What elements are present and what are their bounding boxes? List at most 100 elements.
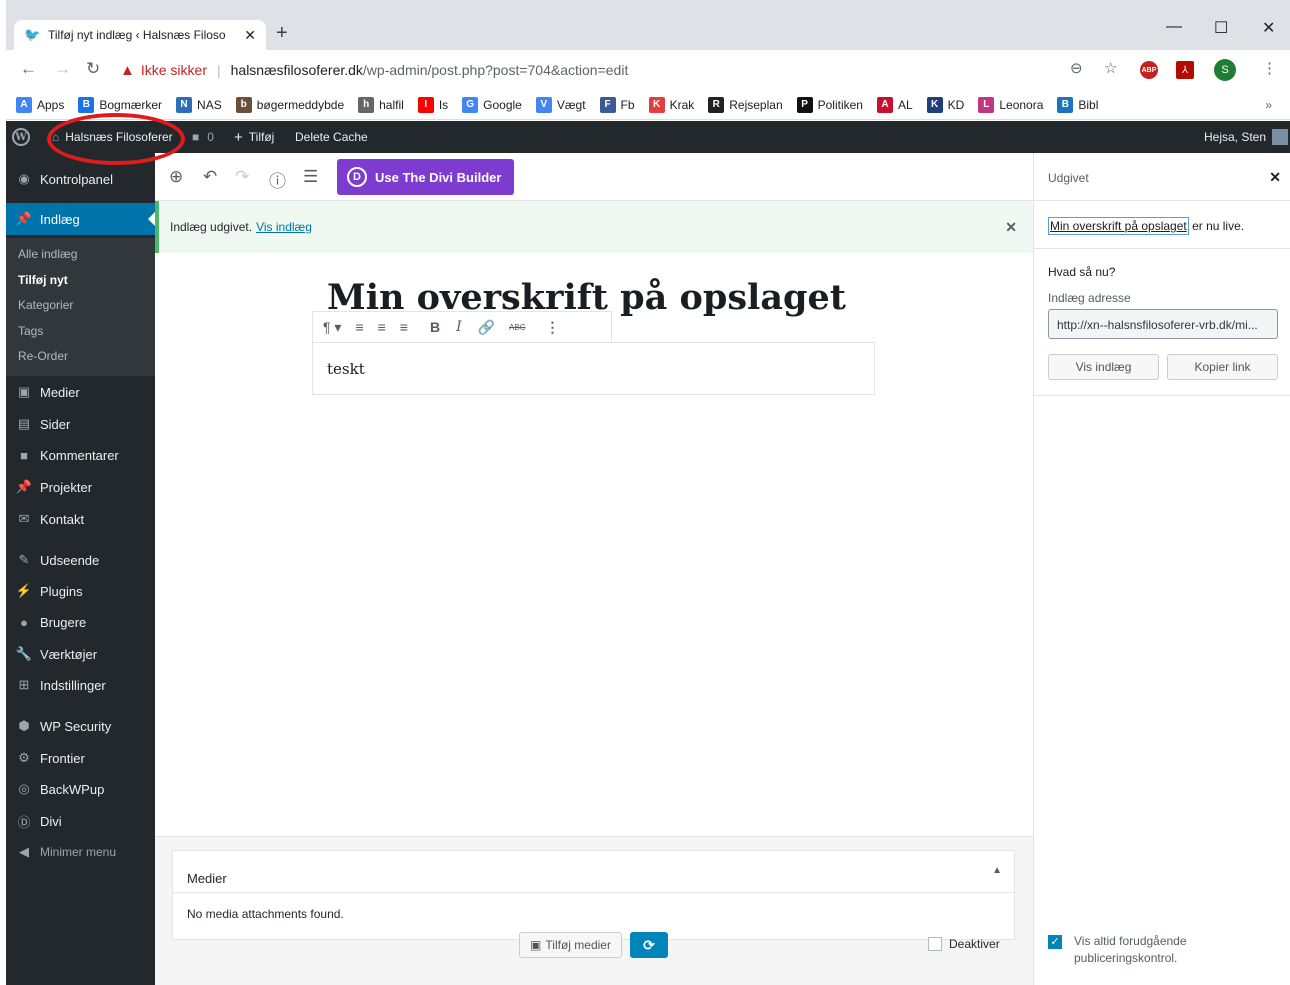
forward-arrow-icon[interactable]: → xyxy=(54,59,71,79)
bookmark-item[interactable]: F Fb xyxy=(599,96,635,113)
wp-logo[interactable]: W xyxy=(12,121,30,153)
divi-icon: Ⓓ xyxy=(17,814,31,830)
bookmark-item[interactable]: A AL xyxy=(876,96,913,113)
add-media-button[interactable]: ▣ Tilføj medier xyxy=(519,932,622,958)
sidebar-item-minimer-menu[interactable]: ◀ Minimer menu xyxy=(6,836,155,868)
bookmark-item[interactable]: h halfil xyxy=(358,96,404,113)
account-menu[interactable]: Hejsa, Sten xyxy=(1204,121,1289,153)
deactivate-toggle[interactable]: Deaktiver xyxy=(928,937,1000,951)
sidebar-item-divi[interactable]: Ⓓ Divi xyxy=(6,805,155,837)
tab-close-icon[interactable]: ✕ xyxy=(244,27,256,44)
align-right-icon[interactable]: ≡ xyxy=(400,319,408,335)
browser-tab[interactable]: 🐦 Tilføj nyt indlæg ‹ Halsnæs Filoso ✕ xyxy=(14,20,266,50)
align-left-icon[interactable]: ≡ xyxy=(355,319,363,335)
bookmark-item[interactable]: B Bibl xyxy=(1057,96,1098,113)
align-center-icon[interactable]: ≡ xyxy=(378,319,386,335)
sidebar-item-wp-security[interactable]: ⬢ WP Security xyxy=(6,710,155,742)
sidebar-item-kontakt[interactable]: ✉ Kontakt xyxy=(6,503,155,535)
bookmark-item[interactable]: N NAS xyxy=(176,96,222,113)
delete-cache-link[interactable]: Delete Cache xyxy=(295,121,368,153)
deactivate-label: Deaktiver xyxy=(949,937,1000,951)
bookmark-label: Bogmærker xyxy=(99,97,163,112)
bookmark-star-icon[interactable]: ☆ xyxy=(1104,59,1117,77)
url-path: /wp-admin/post.php?post=704&action=edit xyxy=(362,62,629,78)
close-icon[interactable]: ✕ xyxy=(1269,169,1281,186)
sidebar-item-kontrolpanel[interactable]: ◉ Kontrolpanel xyxy=(6,163,155,195)
live-line: Min overskrift på opslaget er nu live. xyxy=(1048,217,1244,235)
new-tab-button[interactable]: + xyxy=(276,22,288,45)
address-bar[interactable]: ▲ Ikke sikker | halsnæsfilosoferer.dk /w… xyxy=(120,56,1060,84)
live-post-link[interactable]: Min overskrift på opslaget xyxy=(1048,217,1189,235)
profile-avatar[interactable]: S xyxy=(1214,59,1236,81)
bookmark-item[interactable]: b bøgermeddybde xyxy=(235,96,344,113)
sidebar-item-indlæg[interactable]: 📌 Indlæg xyxy=(6,203,155,235)
post-address-field[interactable]: http://xn--halsnsfilosoferer-vrb.dk/mi..… xyxy=(1048,309,1278,339)
bookmark-item[interactable]: K KD xyxy=(926,96,964,113)
undo-icon[interactable]: ↶ xyxy=(203,167,217,187)
sidebar-item-projekter[interactable]: 📌 Projekter xyxy=(6,471,155,503)
new-content-link[interactable]: + Tilføj xyxy=(234,121,274,153)
bookmark-item[interactable]: I Is xyxy=(417,96,448,113)
paragraph-block[interactable]: teskt xyxy=(312,342,875,395)
sidebar-item-brugere[interactable]: ● Brugere xyxy=(6,606,155,638)
info-icon[interactable]: ⓘ xyxy=(269,167,286,192)
bookmark-item[interactable]: R Rejseplan xyxy=(708,96,783,113)
sidebar-item-sider[interactable]: ▤ Sider xyxy=(6,408,155,440)
acrobat-icon[interactable]: ⅄ xyxy=(1176,61,1194,79)
bookmark-item[interactable]: B Bogmærker xyxy=(78,96,163,113)
link-icon[interactable]: 🔗 xyxy=(478,319,495,336)
more-options-icon[interactable]: ⋮ xyxy=(546,319,560,336)
sidebar-item-frontier[interactable]: ⚙ Frontier xyxy=(6,742,155,774)
refresh-button[interactable]: ⟳ xyxy=(630,932,668,958)
bookmark-item[interactable]: G Google xyxy=(462,96,522,113)
comment-bubble-icon: ■ xyxy=(192,130,200,144)
menu-kebab-icon[interactable]: ⋮ xyxy=(1262,59,1277,77)
sidebar-item-backwpup[interactable]: ◎ BackWPup xyxy=(6,773,155,805)
sidebar-item-label: BackWPup xyxy=(40,781,105,797)
submenu-reorder[interactable]: Re-Order xyxy=(18,349,68,363)
bookmark-item[interactable]: V Vægt xyxy=(535,96,586,113)
minimize-button[interactable]: — xyxy=(1166,18,1182,36)
submenu-categories[interactable]: Kategorier xyxy=(18,298,73,312)
always-show-option[interactable]: ✓ Vis altid forudgående publiceringskont… xyxy=(1048,933,1278,967)
warning-icon: ▲ xyxy=(120,61,135,79)
media-header[interactable]: Medier ▲ xyxy=(173,851,1016,893)
caret-up-icon[interactable]: ▲ xyxy=(992,865,1002,876)
divi-builder-button[interactable]: D Use The Divi Builder xyxy=(337,159,514,195)
sidebar-item-værktøjer[interactable]: 🔧 Værktøjer xyxy=(6,638,155,670)
comments-link[interactable]: ■ 0 xyxy=(192,121,214,153)
sidebar-item-plugins[interactable]: ⚡ Plugins xyxy=(6,575,155,607)
submenu-add-new[interactable]: Tilføj nyt xyxy=(18,273,68,287)
bold-icon[interactable]: B xyxy=(430,319,440,335)
close-window-button[interactable]: ✕ xyxy=(1262,18,1275,38)
copy-link-button[interactable]: Kopier link xyxy=(1167,354,1278,380)
sidebar-item-kommentarer[interactable]: ■ Kommentarer xyxy=(6,439,155,471)
paragraph-icon[interactable]: ¶ ▾ xyxy=(323,319,341,336)
checkbox-checked-icon[interactable]: ✓ xyxy=(1048,935,1062,949)
sidebar-item-medier[interactable]: ▣ Medier xyxy=(6,376,155,408)
sidebar-item-udseende[interactable]: ✎ Udseende xyxy=(6,544,155,576)
bookmark-item[interactable]: A Apps xyxy=(16,96,64,113)
refresh-icon: ⟳ xyxy=(643,936,655,953)
back-arrow-icon[interactable]: ← xyxy=(20,59,37,79)
bookmark-item[interactable]: K Krak xyxy=(648,96,694,113)
notice-view-link[interactable]: Vis indlæg xyxy=(256,220,312,234)
zoom-icon[interactable]: ⊖ xyxy=(1070,59,1083,77)
bookmark-item[interactable]: L Leonora xyxy=(978,96,1043,113)
submenu-all-posts[interactable]: Alle indlæg xyxy=(18,247,77,261)
submenu-tags[interactable]: Tags xyxy=(18,324,43,338)
redo-icon[interactable]: ↷ xyxy=(235,167,249,187)
add-block-icon[interactable]: ⊕ xyxy=(169,167,183,187)
outline-icon[interactable]: ☰ xyxy=(303,167,318,187)
reload-icon[interactable]: ↻ xyxy=(86,59,100,79)
sidebar-item-indstillinger[interactable]: ⊞ Indstillinger xyxy=(6,669,155,701)
view-post-button[interactable]: Vis indlæg xyxy=(1048,354,1159,380)
adblock-icon[interactable]: ABP xyxy=(1140,61,1158,79)
italic-icon[interactable]: I xyxy=(456,319,462,335)
maximize-button[interactable]: ☐ xyxy=(1214,18,1228,38)
deactivate-checkbox[interactable] xyxy=(928,937,942,951)
close-icon[interactable]: ✕ xyxy=(1005,219,1017,236)
bookmarks-more-icon[interactable]: » xyxy=(1265,98,1272,112)
strikethrough-icon[interactable]: ABC xyxy=(509,323,525,332)
bookmark-item[interactable]: P Politiken xyxy=(796,96,863,113)
